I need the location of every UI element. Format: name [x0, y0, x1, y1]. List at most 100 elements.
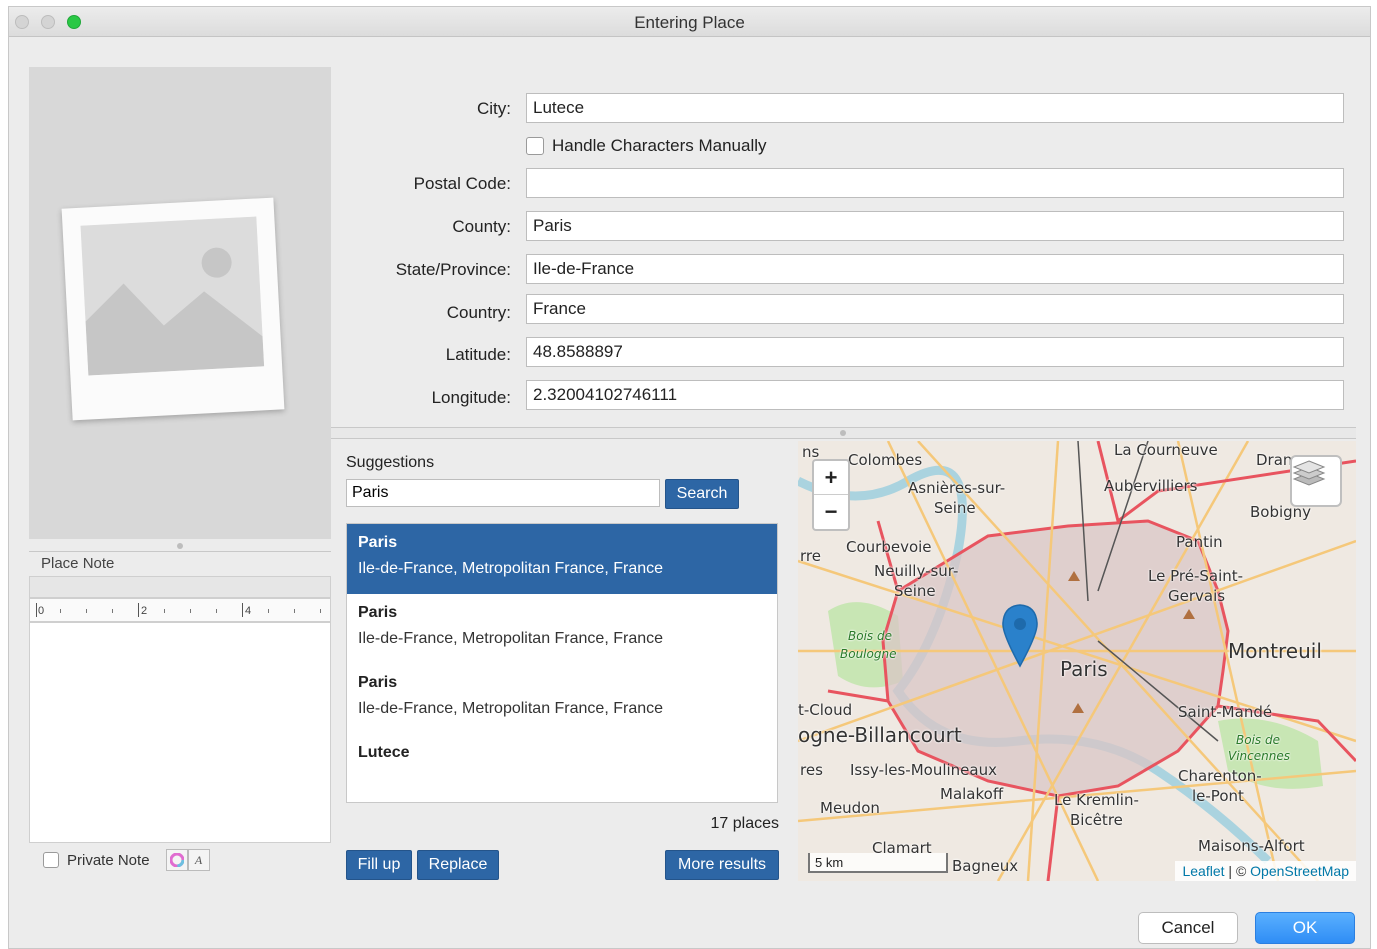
ruler-mark-4: 4 — [245, 605, 252, 617]
place-note-editor[interactable] — [29, 622, 331, 843]
suggestion-detail: Ile-de-France, Metropolitan France, Fran… — [358, 560, 664, 577]
map-label: Courbevoie — [846, 538, 932, 556]
city-row: City: — [333, 94, 521, 124]
map-label: Bois de — [848, 629, 892, 643]
latitude-field[interactable] — [526, 337, 1344, 367]
map-label: Gervais — [1168, 587, 1226, 605]
map-label: Charenton- — [1178, 767, 1262, 785]
handle-characters-checkbox[interactable] — [526, 137, 544, 155]
ruler-mark-0: 0 — [38, 605, 45, 617]
postal-code-label: Postal Code: — [413, 174, 511, 193]
longitude-label: Longitude: — [431, 388, 511, 407]
map-label: Saint-Mandé — [1178, 703, 1273, 721]
leaflet-link[interactable]: Leaflet — [1182, 863, 1224, 879]
suggestion-name: Paris — [358, 604, 398, 621]
map-label: le-Pont — [1192, 787, 1244, 805]
title-bar: Entering Place — [9, 7, 1370, 37]
map-label: Meudon — [820, 799, 880, 817]
private-note-row: Private Note A — [43, 849, 210, 871]
map-label: Seine — [894, 582, 936, 600]
suggestion-detail: Ile-de-France, Metropolitan France, Fran… — [358, 700, 664, 717]
private-note-checkbox[interactable] — [43, 852, 59, 868]
latitude-label: Latitude: — [445, 345, 511, 364]
map-attribution: Leaflet | © OpenStreetMap — [1175, 861, 1356, 881]
longitude-field[interactable] — [526, 380, 1344, 410]
note-toolbar — [29, 576, 331, 598]
handle-characters-row: Handle Characters Manually — [526, 135, 767, 157]
postal-code-field[interactable] — [526, 168, 1344, 198]
state-province-label: State/Province: — [395, 260, 511, 279]
suggestion-name: Paris — [358, 674, 398, 691]
font-format-icon[interactable]: A — [187, 849, 210, 871]
suggestions-panel: Suggestions Search Paris Ile-de-France, … — [333, 441, 797, 881]
layers-icon[interactable] — [1290, 455, 1342, 507]
color-wheel-icon[interactable] — [165, 849, 188, 871]
handle-characters-label: Handle Characters Manually — [552, 136, 767, 155]
list-item[interactable]: Paris Ile-de-France, Metropolitan France… — [347, 594, 777, 664]
suggestion-detail: Ile-de-France, Metropolitan France, Fran… — [358, 630, 664, 647]
suggestions-search-input[interactable] — [346, 479, 660, 507]
map-label: Issy-les-Moulineaux — [850, 761, 997, 779]
map-label: Paris — [1060, 657, 1108, 681]
suggestions-list: Paris Ile-de-France, Metropolitan France… — [346, 523, 778, 803]
county-label: County: — [452, 217, 511, 236]
map-label: Aubervilliers — [1104, 477, 1198, 495]
list-item[interactable]: Paris Ile-de-France, Metropolitan France… — [347, 524, 777, 594]
country-label: Country: — [446, 303, 511, 322]
suggestion-name: Lutece — [358, 744, 410, 761]
cancel-button[interactable]: Cancel — [1138, 912, 1238, 944]
list-item[interactable]: Lutece — [347, 734, 777, 802]
zoom-out-button[interactable]: − — [814, 495, 848, 529]
suggestion-name: Paris — [358, 534, 398, 551]
map-label: Bagneux — [952, 857, 1019, 875]
map-label: Bois de — [1236, 733, 1280, 747]
place-form: City: Handle Characters Manually Postal … — [333, 67, 1356, 427]
state-province-field[interactable] — [526, 254, 1344, 284]
map-label: Maisons-Alfort — [1198, 837, 1305, 855]
map-label: Malakoff — [940, 785, 1004, 803]
image-placeholder-icon — [61, 197, 285, 421]
city-label: City: — [477, 99, 511, 118]
map-label: Dran — [1256, 451, 1293, 469]
map-label: rre — [800, 547, 821, 565]
window-title: Entering Place — [634, 13, 745, 32]
map-label: Boulogne — [840, 647, 897, 661]
dialog-window: Entering Place Place Note 0 2 4 Private … — [8, 6, 1371, 949]
country-field[interactable] — [526, 294, 1344, 324]
fill-up-button[interactable]: Fill up — [346, 850, 412, 880]
photo-split-handle[interactable] — [177, 543, 183, 549]
map-label: ogne-Billancourt — [798, 723, 962, 747]
replace-button[interactable]: Replace — [417, 850, 499, 880]
county-field[interactable] — [526, 211, 1344, 241]
map-label: t-Cloud — [798, 701, 853, 719]
list-item[interactable]: Paris Ile-de-France, Metropolitan France… — [347, 664, 777, 734]
results-count: 17 places — [710, 815, 780, 832]
city-field[interactable] — [526, 93, 1344, 123]
zoom-in-button[interactable]: + — [814, 461, 848, 495]
map-label: Le Pré-Saint- — [1148, 567, 1244, 585]
map-label: La Courneuve — [1114, 441, 1218, 459]
map-label: Asnières-sur- — [908, 479, 1006, 497]
map-label: Neuilly-sur- — [874, 562, 959, 580]
suggestions-title: Suggestions — [346, 454, 435, 471]
map-label: Bicêtre — [1070, 811, 1123, 829]
map-label: Le Kremlin- — [1054, 791, 1139, 809]
openstreetmap-link[interactable]: OpenStreetMap — [1250, 863, 1349, 879]
place-note-header: Place Note — [29, 551, 331, 573]
zoom-control: + − — [812, 459, 850, 531]
note-ruler: 0 2 4 — [29, 598, 331, 622]
map-label: Montreuil — [1228, 639, 1322, 663]
map-view[interactable]: Colombes ns Asnières-sur- Seine La Courn… — [798, 441, 1356, 881]
ruler-mark-2: 2 — [141, 605, 148, 617]
map-label: Colombes — [848, 451, 923, 469]
map-scale-bar: 5 km — [808, 853, 948, 873]
map-label: res — [800, 761, 823, 779]
place-photo-well[interactable] — [29, 67, 331, 539]
ok-button[interactable]: OK — [1255, 912, 1355, 944]
splitter-handle[interactable] — [840, 430, 846, 436]
map-label: Pantin — [1176, 533, 1223, 551]
more-results-button[interactable]: More results — [665, 850, 779, 880]
search-button[interactable]: Search — [665, 479, 739, 509]
private-note-label: Private Note — [67, 851, 150, 869]
map-label: Vincennes — [1228, 749, 1290, 763]
